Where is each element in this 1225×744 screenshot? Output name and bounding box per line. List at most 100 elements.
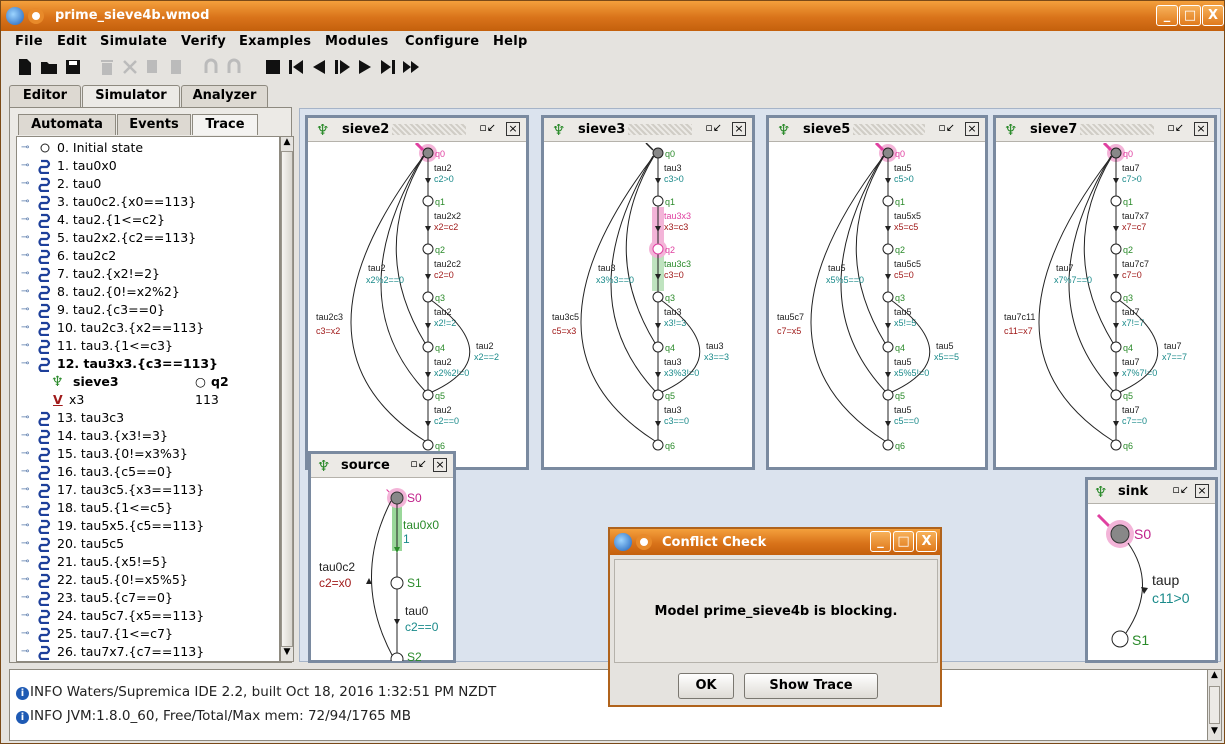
expand-handle-icon[interactable]: ⊸ — [21, 589, 29, 607]
step-forward-bar-icon[interactable] — [332, 57, 352, 77]
menu-modules[interactable]: Modules — [325, 34, 389, 49]
redo-icon[interactable] — [224, 57, 244, 77]
menu-examples[interactable]: Examples — [239, 34, 311, 49]
save-icon[interactable] — [63, 57, 83, 77]
expand-handle-icon[interactable]: ⊸ — [21, 355, 29, 373]
drag-grip[interactable] — [853, 124, 925, 135]
tab-automata[interactable]: Automata — [18, 114, 116, 135]
sieve2-window[interactable]: ♆ sieve2 ▫↙ × tau2 c2>0 tau2x2 x2=c2 tau2c2 c… — [305, 115, 529, 470]
trace-scrollbar[interactable]: ▲ ▼ — [280, 136, 294, 662]
sieve3-window[interactable]: ♆ sieve3 ▫↙ × tau3 c3>0 tau3x3 x3=c3 tau3c3 c… — [541, 115, 755, 470]
paste-icon[interactable] — [166, 57, 186, 77]
dialog-maximize-button[interactable]: □ — [893, 531, 914, 552]
expand-handle-icon[interactable]: ⊸ — [21, 463, 29, 481]
forward-to-end-icon[interactable] — [378, 57, 398, 77]
scroll-thumb[interactable] — [1209, 686, 1220, 724]
expand-handle-icon[interactable]: ⊸ — [21, 283, 29, 301]
minimize-icon[interactable]: ▫↙ — [705, 121, 722, 134]
trace-tree[interactable]: ⊸ 0. Initial state ⊸ 1. tau0x0 ⊸ 2. tau0 ⊸ 3. t… — [16, 136, 280, 662]
expand-handle-icon[interactable]: ⊸ — [21, 409, 29, 427]
expand-handle-icon[interactable]: ⊸ — [21, 193, 29, 211]
menu-configure[interactable]: Configure — [405, 34, 479, 49]
expand-handle-icon[interactable]: ⊸ — [21, 301, 29, 319]
fast-forward-icon[interactable] — [401, 57, 421, 77]
expand-handle-icon[interactable]: ⊸ — [21, 427, 29, 445]
close-button[interactable]: X — [1202, 5, 1224, 26]
cut-icon[interactable] — [120, 57, 140, 77]
expand-handle-icon[interactable]: ⊸ — [21, 481, 29, 499]
rewind-to-start-icon[interactable] — [286, 57, 306, 77]
close-icon[interactable]: × — [732, 122, 746, 136]
expand-handle-icon[interactable]: ⊸ — [21, 157, 29, 175]
expand-handle-icon[interactable]: ⊸ — [21, 535, 29, 553]
menu-simulate[interactable]: Simulate — [100, 34, 167, 49]
tab-analyzer[interactable]: Analyzer — [181, 85, 268, 107]
close-icon[interactable]: × — [1195, 484, 1209, 498]
drag-grip[interactable] — [1080, 124, 1154, 135]
expand-handle-icon[interactable]: ⊸ — [21, 337, 29, 355]
expand-handle-icon[interactable]: ⊸ — [21, 499, 29, 517]
sieve7-window[interactable]: ♆ sieve7 ▫↙ × tau7 c7>0 tau7x7 x7=c7 tau7c7 c… — [993, 115, 1217, 470]
expand-handle-icon[interactable]: ⊸ — [21, 445, 29, 463]
expand-handle-icon[interactable]: ⊸ — [21, 553, 29, 571]
scroll-up-icon[interactable]: ▲ — [1208, 670, 1221, 680]
dialog-close-button[interactable]: X — [916, 531, 937, 552]
window-menu-icon[interactable] — [636, 534, 652, 550]
stop-icon[interactable] — [263, 57, 283, 77]
drag-grip[interactable] — [392, 124, 466, 135]
expand-handle-icon[interactable]: ⊸ — [21, 643, 29, 661]
sieve5-window[interactable]: ♆ sieve5 ▫↙ × tau5 c5>0 tau5x5 x5=c5 tau5c5 c… — [766, 115, 988, 470]
copy-icon[interactable] — [143, 57, 163, 77]
close-icon[interactable]: × — [1194, 122, 1208, 136]
expand-handle-icon[interactable]: ⊸ — [21, 517, 29, 535]
menu-edit[interactable]: Edit — [57, 34, 87, 49]
minimize-icon[interactable]: ▫↙ — [410, 457, 427, 470]
minimize-icon[interactable]: ▫↙ — [1167, 121, 1184, 134]
expand-handle-icon[interactable]: ⊸ — [21, 247, 29, 265]
log-scrollbar[interactable]: ▲ ▼ — [1207, 670, 1221, 740]
scroll-up-icon[interactable]: ▲ — [281, 137, 293, 151]
menu-verify[interactable]: Verify — [181, 34, 226, 49]
maximize-button[interactable]: □ — [1179, 5, 1201, 26]
tab-simulator[interactable]: Simulator — [82, 85, 180, 108]
new-file-icon[interactable] — [15, 57, 35, 77]
play-icon[interactable] — [355, 57, 375, 77]
close-icon[interactable]: × — [433, 458, 447, 472]
tab-editor[interactable]: Editor — [9, 85, 81, 107]
expand-handle-icon[interactable]: ⊸ — [21, 211, 29, 229]
svg-text:tau5: tau5 — [828, 263, 846, 273]
tab-trace[interactable]: Trace — [192, 114, 258, 135]
drag-grip[interactable] — [628, 124, 692, 135]
minimize-icon[interactable]: ▫↙ — [938, 121, 955, 134]
minimize-button[interactable]: _ — [1156, 5, 1178, 26]
menu-file[interactable]: File — [15, 34, 43, 49]
close-icon[interactable]: × — [506, 122, 520, 136]
ok-button[interactable]: OK — [678, 673, 734, 699]
tab-events[interactable]: Events — [117, 114, 191, 135]
expand-handle-icon[interactable]: ⊸ — [21, 607, 29, 625]
svg-text:c2==0: c2==0 — [405, 620, 439, 634]
show-trace-button[interactable]: Show Trace — [744, 673, 878, 699]
scroll-thumb[interactable] — [281, 151, 293, 647]
close-icon[interactable]: × — [965, 122, 979, 136]
undo-icon[interactable] — [201, 57, 221, 77]
source-window[interactable]: ♆ source ▫↙ × ↘ S0 tau0x0 1 S1 tau0 — [308, 451, 456, 663]
scroll-down-icon[interactable]: ▼ — [281, 647, 293, 661]
sink-window[interactable]: ♆ sink ▫↙ × S0 taup c11>0 S1 — [1085, 477, 1218, 663]
expand-handle-icon[interactable]: ⊸ — [21, 571, 29, 589]
menu-help[interactable]: Help — [493, 34, 528, 49]
open-folder-icon[interactable] — [39, 57, 59, 77]
expand-handle-icon[interactable]: ⊸ — [21, 229, 29, 247]
scroll-down-icon[interactable]: ▼ — [1208, 726, 1221, 736]
minimize-icon[interactable]: ▫↙ — [1172, 483, 1189, 496]
step-back-icon[interactable] — [309, 57, 329, 77]
dialog-minimize-button[interactable]: _ — [870, 531, 891, 552]
expand-handle-icon[interactable]: ⊸ — [21, 139, 29, 157]
expand-handle-icon[interactable]: ⊸ — [21, 175, 29, 193]
minimize-icon[interactable]: ▫↙ — [479, 121, 496, 134]
delete-icon[interactable] — [97, 57, 117, 77]
expand-handle-icon[interactable]: ⊸ — [21, 265, 29, 283]
expand-handle-icon[interactable]: ⊸ — [21, 625, 29, 643]
expand-handle-icon[interactable]: ⊸ — [21, 319, 29, 337]
window-menu-icon[interactable] — [28, 8, 44, 24]
